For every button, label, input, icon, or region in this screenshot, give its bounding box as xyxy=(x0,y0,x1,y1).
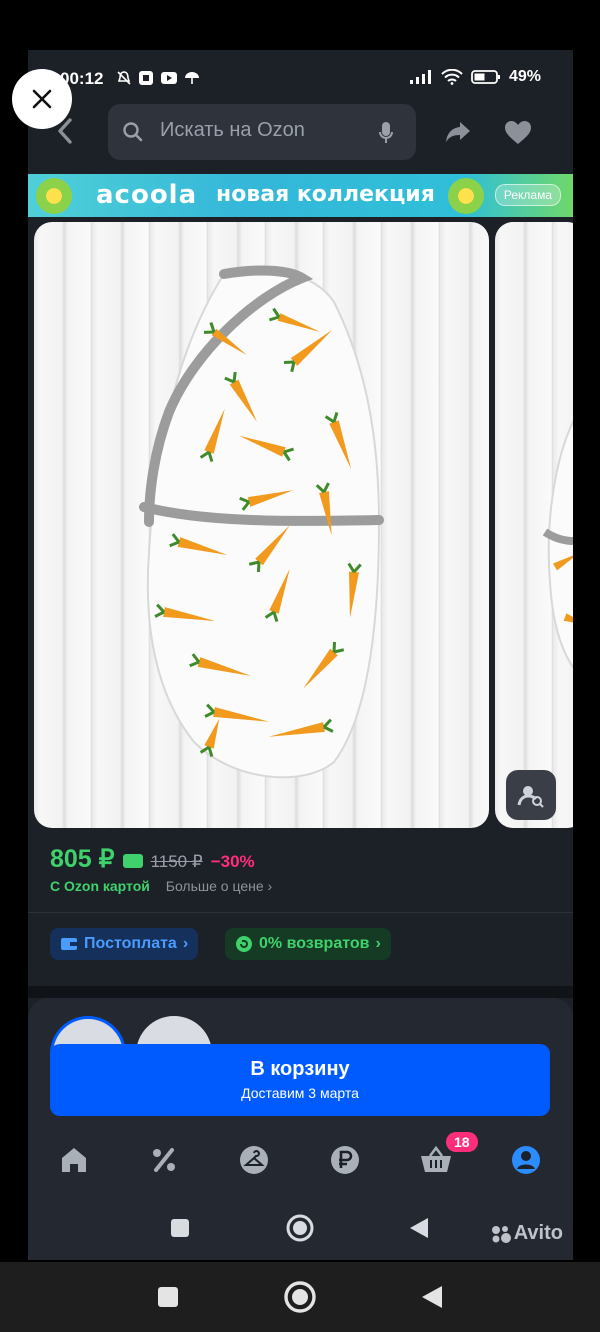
top-bar xyxy=(0,0,600,50)
bottom-tab-bar xyxy=(28,1140,573,1186)
youtube-icon xyxy=(161,72,177,84)
flower-decoration xyxy=(36,178,72,214)
ad-brand: acoola xyxy=(96,180,198,210)
system-navbar xyxy=(0,1262,600,1332)
back-triangle-icon[interactable] xyxy=(420,1284,444,1310)
flower-decoration xyxy=(448,178,484,214)
cart-count-badge: 18 xyxy=(446,1132,478,1152)
cart-button-label: В корзину xyxy=(250,1058,350,1080)
postpay-label: Постоплата xyxy=(84,935,177,952)
basket-icon xyxy=(421,1146,451,1172)
visual-search-button[interactable] xyxy=(506,770,556,820)
discount-badge: −30% xyxy=(210,852,255,871)
return-icon xyxy=(236,936,252,952)
tab-profile[interactable] xyxy=(506,1140,546,1180)
old-price: 1150 ₽ xyxy=(150,852,203,871)
ad-tagline: новая коллекция xyxy=(216,182,435,207)
share-icon[interactable] xyxy=(444,120,472,144)
favorite-heart-icon[interactable] xyxy=(504,120,532,146)
product-photo[interactable] xyxy=(34,222,489,828)
delivery-date: Доставим 3 марта xyxy=(241,1085,359,1101)
home-icon xyxy=(62,1148,86,1172)
divider xyxy=(28,912,573,913)
ad-label: Реклама xyxy=(494,184,561,206)
percent-icon xyxy=(153,1148,175,1172)
chevron-right-icon: › xyxy=(375,935,381,952)
mute-icon xyxy=(117,71,131,85)
avito-logo-icon xyxy=(491,1225,511,1243)
recents-square-icon[interactable] xyxy=(157,1286,179,1308)
search-icon xyxy=(123,122,143,142)
status-bar: 00:12 49% xyxy=(28,64,573,96)
battery-icon xyxy=(471,70,500,84)
system-icons: 49% xyxy=(409,68,541,86)
current-price: 805 ₽ xyxy=(50,845,115,873)
tab-home[interactable] xyxy=(54,1140,94,1180)
price-sub-row: С Ozon картой Больше о цене › xyxy=(50,878,272,894)
swaddle-illustration xyxy=(139,265,384,779)
search-row: Искать на Ozon xyxy=(28,104,573,160)
avito-text: Avito xyxy=(513,1222,563,1244)
add-to-cart-button[interactable]: В корзину Доставим 3 марта xyxy=(50,1044,550,1116)
umbrella-icon xyxy=(185,72,199,84)
close-icon xyxy=(32,89,52,109)
search-input[interactable]: Искать на Ozon xyxy=(108,104,416,160)
more-about-price-link[interactable]: Больше о цене › xyxy=(166,878,272,894)
tab-fashion[interactable] xyxy=(234,1140,274,1180)
notification-icons xyxy=(116,70,200,86)
tab-finance[interactable] xyxy=(325,1140,365,1180)
wifi-icon xyxy=(441,69,463,85)
back-triangle-icon[interactable] xyxy=(408,1216,430,1240)
camera-search-icon xyxy=(517,786,544,808)
search-placeholder: Искать на Ozon xyxy=(160,119,305,141)
swaddle-illustration-partial xyxy=(542,419,573,669)
chevron-right-icon: › xyxy=(182,935,189,952)
section-gap xyxy=(28,986,573,998)
product-photo-next[interactable] xyxy=(495,222,573,828)
ozon-card-text: С Ozon картой xyxy=(50,878,150,894)
recents-square-icon[interactable] xyxy=(170,1218,190,1238)
postpay-chip[interactable]: Постоплата › xyxy=(50,928,199,960)
ruble-icon xyxy=(331,1146,359,1174)
hanger-icon xyxy=(240,1146,268,1174)
avito-watermark: Avito xyxy=(490,1222,563,1245)
price-section: 805 ₽ 1150 ₽ −30% С Ozon картой Больше о… xyxy=(28,828,573,986)
more-about-price-label: Больше о цене xyxy=(165,878,264,894)
close-button[interactable] xyxy=(12,69,72,129)
ad-banner[interactable]: acoola новая коллекция Реклама xyxy=(28,174,573,217)
profile-icon xyxy=(512,1146,540,1174)
battery-level: 49% xyxy=(508,68,541,85)
home-circle-icon[interactable] xyxy=(286,1214,314,1242)
price-row: 805 ₽ 1150 ₽ −30% xyxy=(50,844,255,874)
signal-icon xyxy=(409,70,431,84)
microphone-icon[interactable] xyxy=(378,121,394,145)
app-screen: 00:12 49% Искать на Ozon acoola новая ко… xyxy=(28,50,573,1260)
phone-frame: 00:12 49% Искать на Ozon acoola новая ко… xyxy=(0,0,600,1332)
returns-label: 0% возвратов xyxy=(259,935,370,952)
card-icon xyxy=(122,854,143,868)
app-icon xyxy=(139,71,153,85)
home-circle-icon[interactable] xyxy=(284,1281,316,1313)
wallet-icon xyxy=(61,938,77,950)
tab-discounts[interactable] xyxy=(144,1140,184,1180)
returns-chip[interactable]: 0% возвратов › xyxy=(225,928,391,960)
